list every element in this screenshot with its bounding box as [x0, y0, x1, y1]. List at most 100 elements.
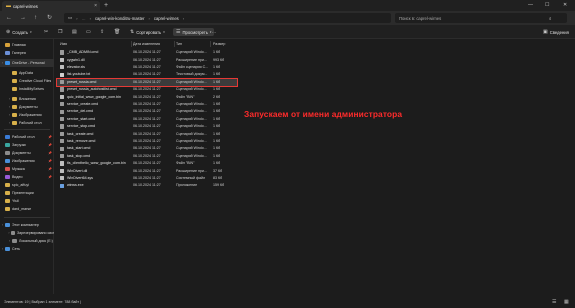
close-tab-icon[interactable]: ×	[94, 3, 97, 9]
delete-icon[interactable]: 🗑	[114, 28, 120, 36]
close-window-button[interactable]: ✕	[563, 2, 567, 8]
breadcrumb[interactable]: ▭ › … › caprel-win-konditru-master › cap…	[64, 13, 391, 23]
file-name: preset_russia.cmd	[67, 79, 97, 84]
file-type: Файл "BIN"	[176, 161, 195, 166]
sort-button[interactable]: ⇅ Сортировать ▾	[130, 28, 165, 36]
file-row[interactable]: service_create.cmd 06.10.2024 11:27 Сценар…	[57, 101, 237, 108]
sidebar-item[interactable]: › Изображения	[0, 111, 54, 119]
file-name: WinDivert64.sys	[67, 175, 93, 180]
sidebar-item[interactable]: Галерея	[0, 49, 54, 57]
sidebar-item[interactable]: Презентации	[0, 189, 54, 197]
sidebar-item-label: Загрузки	[12, 143, 27, 147]
file-row[interactable]: task_start.cmd 06.10.2024 11:27 Сценарий W…	[57, 145, 237, 152]
search-box[interactable]: ⌕	[395, 13, 567, 23]
sidebar-item[interactable]: Изображения 📌	[0, 157, 54, 165]
sidebar-item[interactable]: Документы 📌	[0, 149, 54, 157]
file-row[interactable]: preset_russia.cmd 06.10.2024 11:27 Сценари…	[56, 77, 238, 87]
cut-icon[interactable]: ✂	[44, 28, 48, 36]
sidebar-item[interactable]: › Вложения	[0, 95, 54, 103]
file-row[interactable]: task_stop.cmd 06.10.2024 11:27 Сценарий Wi…	[57, 153, 237, 160]
file-row[interactable]: list-youtube.txt 06.10.2024 11:27 Текстовы…	[57, 71, 237, 78]
maximize-button[interactable]: ☐	[545, 2, 549, 8]
list-view-icon[interactable]: ☰	[552, 299, 556, 305]
details-icon: ▣	[543, 29, 548, 35]
grid-view-icon[interactable]: ▦	[564, 299, 569, 305]
folder-icon	[5, 43, 10, 47]
file-row[interactable]: task_create.cmd 06.10.2024 11:27 Сценарий …	[57, 130, 237, 137]
file-row[interactable]: WinDivert.dll 06.10.2024 11:27 Расширение …	[57, 167, 237, 174]
share-icon[interactable]: ⇪	[100, 28, 104, 36]
sidebar-item[interactable]: Загрузки 📌	[0, 141, 54, 149]
file-row[interactable]: service_stop.cmd 06.10.2024 11:27 Сценарий…	[57, 123, 237, 130]
new-tab-button[interactable]: +	[104, 2, 108, 9]
sidebar-item[interactable]: › Документы	[0, 103, 54, 111]
file-name: winws.exe	[67, 183, 84, 188]
sidebar-item[interactable]: › Локальный диск (E:)	[0, 237, 54, 245]
breadcrumb-item[interactable]: caprel-wirnes	[154, 16, 179, 21]
sidebar-item[interactable]: › OneDrive - Personal	[0, 59, 54, 67]
file-row[interactable]: _CMB_ADMIN.cmd 06.10.2024 11:27 Сценарий W…	[57, 49, 237, 56]
file-type: Приложение	[176, 183, 198, 188]
sidebar-item[interactable]: › Сеть	[0, 245, 54, 253]
more-options-button[interactable]: ···	[212, 28, 216, 36]
sidebar-item[interactable]: Музыка 📌	[0, 165, 54, 173]
file-row[interactable]: cygwin1.dll 06.10.2024 11:27 Расширение пр…	[57, 56, 237, 63]
column-header-type[interactable]: Тип	[176, 42, 182, 46]
search-input[interactable]	[399, 15, 549, 21]
file-row[interactable]: tls_clienthello_www_google_com.bin 06.10.…	[57, 160, 237, 167]
forward-button[interactable]: →	[20, 14, 26, 22]
sidebar-item[interactable]: › Рабочий стол	[0, 119, 54, 127]
back-button[interactable]: ←	[6, 14, 12, 22]
create-button[interactable]: ⊕ Создать ▾	[6, 28, 32, 36]
view-button[interactable]: ☰ Просмотреть ▾	[173, 28, 215, 36]
column-header-date[interactable]: Дата изменения	[133, 42, 160, 46]
create-label: Создать	[12, 29, 29, 35]
column-divider[interactable]	[210, 41, 211, 47]
file-row[interactable]: winws.exe 06.10.2024 11:27 Приложение 159 К…	[57, 182, 237, 189]
tab-caprel-wirnes[interactable]: ▬ caprel-wirnes ×	[2, 1, 100, 11]
refresh-button[interactable]: ↻	[47, 14, 52, 22]
sidebar-item[interactable]: Ytull	[0, 197, 54, 205]
breadcrumb-item[interactable]: caprel-win-konditru-master	[95, 16, 145, 21]
file-icon	[60, 102, 64, 107]
file-name: tls_clienthello_www_google_com.bin	[67, 161, 126, 166]
sidebar-item[interactable]: Главная	[0, 41, 54, 49]
file-row[interactable]: task_remove.cmd 06.10.2024 11:27 Сценарий …	[57, 138, 237, 145]
file-row[interactable]: service_del.cmd 06.10.2024 11:27 Сценарий …	[57, 108, 237, 115]
file-name: task_start.cmd	[67, 146, 91, 151]
paste-icon[interactable]: ▤	[72, 28, 77, 36]
file-icon	[60, 139, 64, 144]
column-header-name[interactable]: Имя	[60, 42, 67, 46]
copy-icon[interactable]: ❐	[58, 28, 62, 36]
column-divider[interactable]	[174, 41, 175, 47]
details-button[interactable]: ▣ Сведения	[543, 28, 569, 36]
file-icon	[60, 50, 64, 55]
file-size: 1 Кб	[213, 101, 221, 106]
sidebar-item[interactable]: Creative Cloud Files	[0, 77, 54, 85]
sidebar-item[interactable]: Видео 📌	[0, 173, 54, 181]
breadcrumb-more[interactable]: …	[82, 16, 86, 21]
sidebar-item[interactable]: AppData	[0, 69, 54, 77]
file-row[interactable]: quic_initial_www_google_com.bin 06.10.202…	[57, 93, 237, 100]
sidebar-item[interactable]: InstallMySelves	[0, 85, 54, 93]
column-divider[interactable]	[131, 41, 132, 47]
file-row[interactable]: elevator.xls 06.10.2024 11:27 Файл сценари…	[57, 64, 237, 71]
address-bar: ← → ↑ ↻ ▭ › … › caprel-win-konditru-mast…	[0, 11, 575, 25]
minimize-button[interactable]: —	[528, 2, 533, 8]
up-button[interactable]: ↑	[34, 14, 37, 22]
file-row[interactable]: service_start.cmd 06.10.2024 11:27 Сценари…	[57, 116, 237, 123]
file-icon	[60, 116, 64, 122]
folder-icon	[12, 71, 17, 75]
sidebar-item[interactable]: dard_marse	[0, 205, 54, 213]
rename-icon[interactable]: ▭	[86, 28, 91, 36]
file-size: 1 Кб	[213, 109, 221, 114]
sidebar-item[interactable]: Рабочий стол 📌	[0, 133, 54, 141]
file-icon	[60, 131, 64, 136]
column-header-size[interactable]: Размер	[213, 42, 225, 46]
sidebar-item[interactable]: ›Зарезервировано системой	[0, 229, 54, 237]
sidebar-item[interactable]: spic_affuyi	[0, 181, 54, 189]
file-row[interactable]: WinDivert64.sys 06.10.2024 11:27 Системный…	[57, 175, 237, 182]
file-name: service_create.cmd	[67, 101, 99, 106]
sidebar-item[interactable]: › Этот компьютер	[0, 221, 54, 229]
file-row[interactable]: preset_russia_autohostlist.cmd 06.10.2024…	[57, 86, 237, 93]
